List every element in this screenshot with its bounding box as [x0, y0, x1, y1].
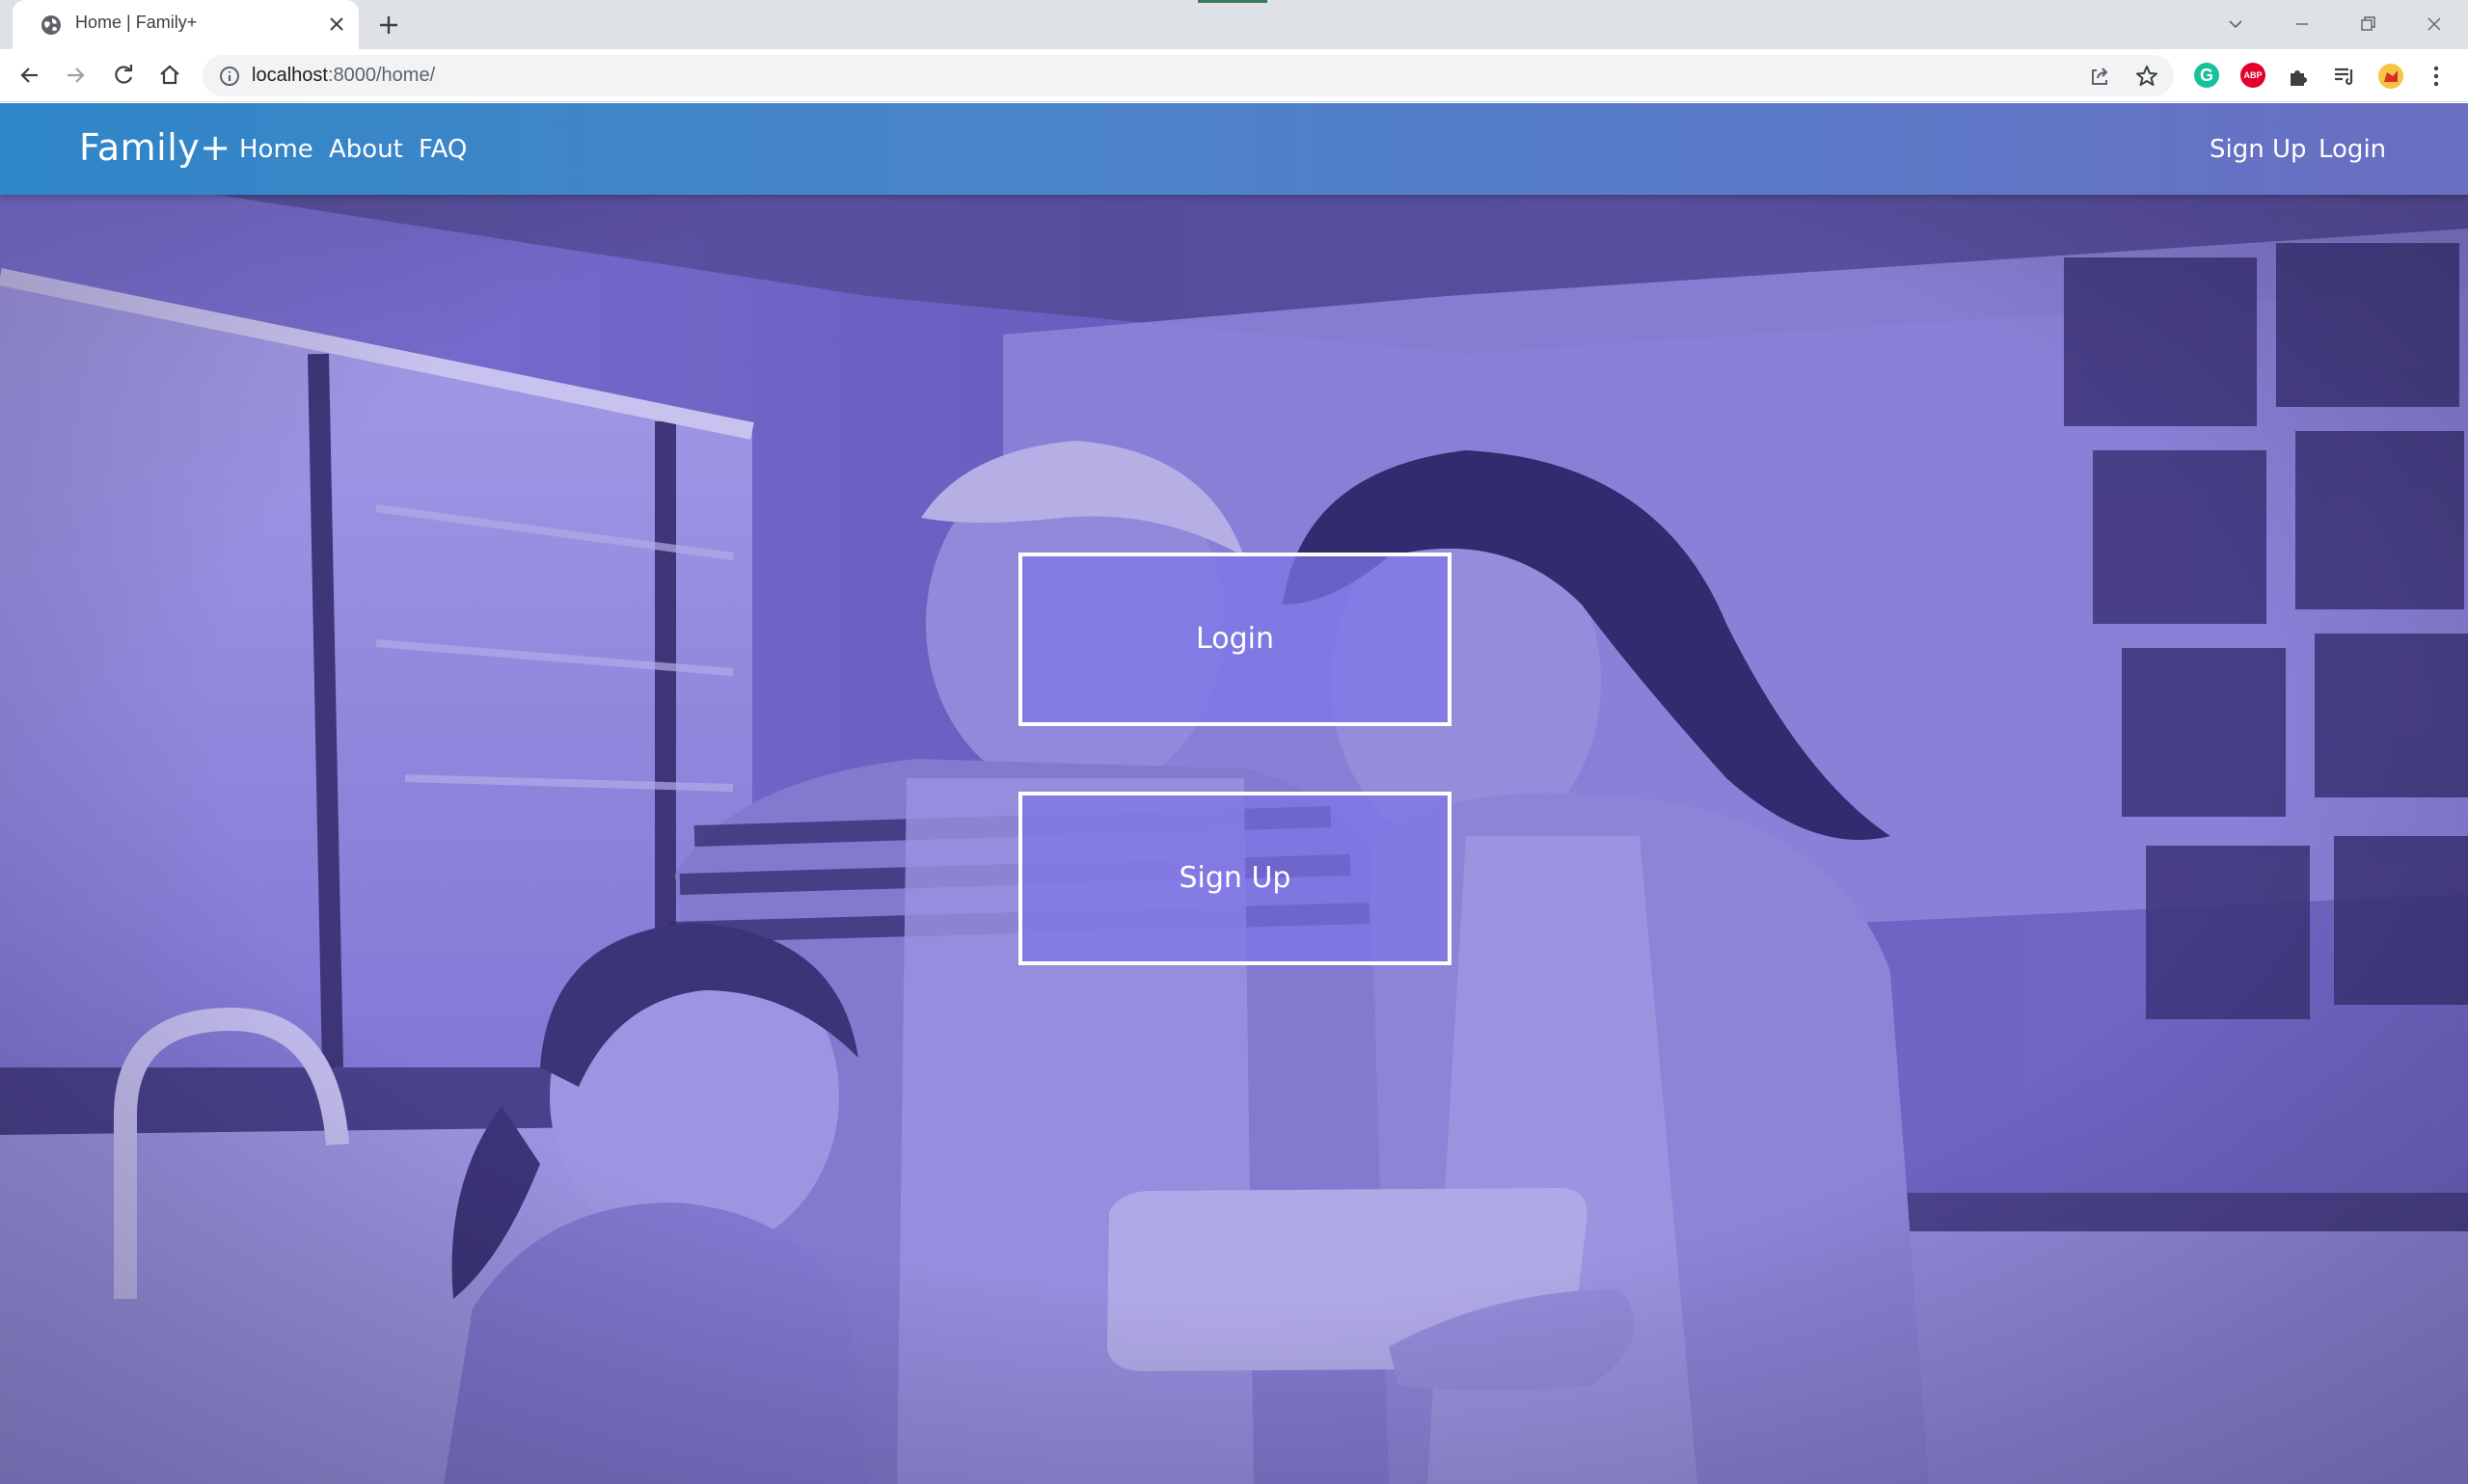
url-host: localhost: [252, 65, 328, 86]
reload-icon[interactable]: [110, 62, 137, 89]
adblock-extension-icon[interactable]: ABP: [2240, 63, 2267, 90]
brand-logo[interactable]: Family+: [79, 126, 231, 169]
hero-login-button[interactable]: Login: [1018, 553, 1451, 726]
hero-signup-button[interactable]: Sign Up: [1018, 792, 1451, 965]
share-icon[interactable]: [2087, 64, 2112, 89]
nav-signup-link[interactable]: Sign Up: [2210, 135, 2307, 164]
home-icon[interactable]: [156, 62, 183, 89]
tab-strip: Home | Family+: [0, 0, 2468, 49]
browser-toolbar: localhost:8000/home/ G ABP: [0, 49, 2468, 102]
tab-search-icon[interactable]: [2221, 10, 2250, 39]
puzzle-extensions-icon[interactable]: [2286, 63, 2313, 90]
nav-home-link[interactable]: Home: [239, 135, 313, 164]
new-tab-icon[interactable]: [376, 13, 401, 38]
adblock-letters: ABP: [2240, 63, 2265, 88]
globe-icon: [41, 15, 61, 35]
browser-menu-icon[interactable]: [2423, 63, 2450, 90]
reading-list-icon[interactable]: [2331, 63, 2358, 90]
site-navbar: Family+ Home About FAQ Sign Up Login: [0, 103, 2468, 195]
tab-group-indicator: [1198, 0, 1267, 3]
nav-login-link[interactable]: Login: [2319, 135, 2386, 164]
url-text[interactable]: localhost:8000/home/: [252, 65, 435, 87]
nav-about-link[interactable]: About: [329, 135, 403, 164]
browser-window: Home | Family+ localhost:8000/home/ G AB…: [0, 0, 2468, 1484]
site-info-icon[interactable]: [218, 65, 241, 88]
forward-icon[interactable]: [62, 62, 89, 89]
bookmark-star-icon[interactable]: [2134, 64, 2159, 89]
page-viewport: Family+ Home About FAQ Sign Up Login Log…: [0, 103, 2468, 1484]
back-icon[interactable]: [16, 62, 43, 89]
minimize-icon[interactable]: [2288, 10, 2317, 39]
close-window-icon[interactable]: [2420, 10, 2449, 39]
grammarly-extension-icon[interactable]: G: [2194, 63, 2221, 90]
browser-tab[interactable]: Home | Family+: [13, 0, 359, 49]
url-path: :8000/home/: [327, 65, 436, 86]
address-bar[interactable]: localhost:8000/home/: [203, 55, 2174, 96]
restore-icon[interactable]: [2353, 10, 2382, 39]
profile-avatar-icon[interactable]: [2377, 63, 2404, 90]
grammarly-letter: G: [2194, 63, 2219, 88]
nav-faq-link[interactable]: FAQ: [419, 135, 467, 164]
tab-title: Home | Family+: [75, 13, 198, 32]
close-tab-icon[interactable]: [325, 13, 348, 36]
